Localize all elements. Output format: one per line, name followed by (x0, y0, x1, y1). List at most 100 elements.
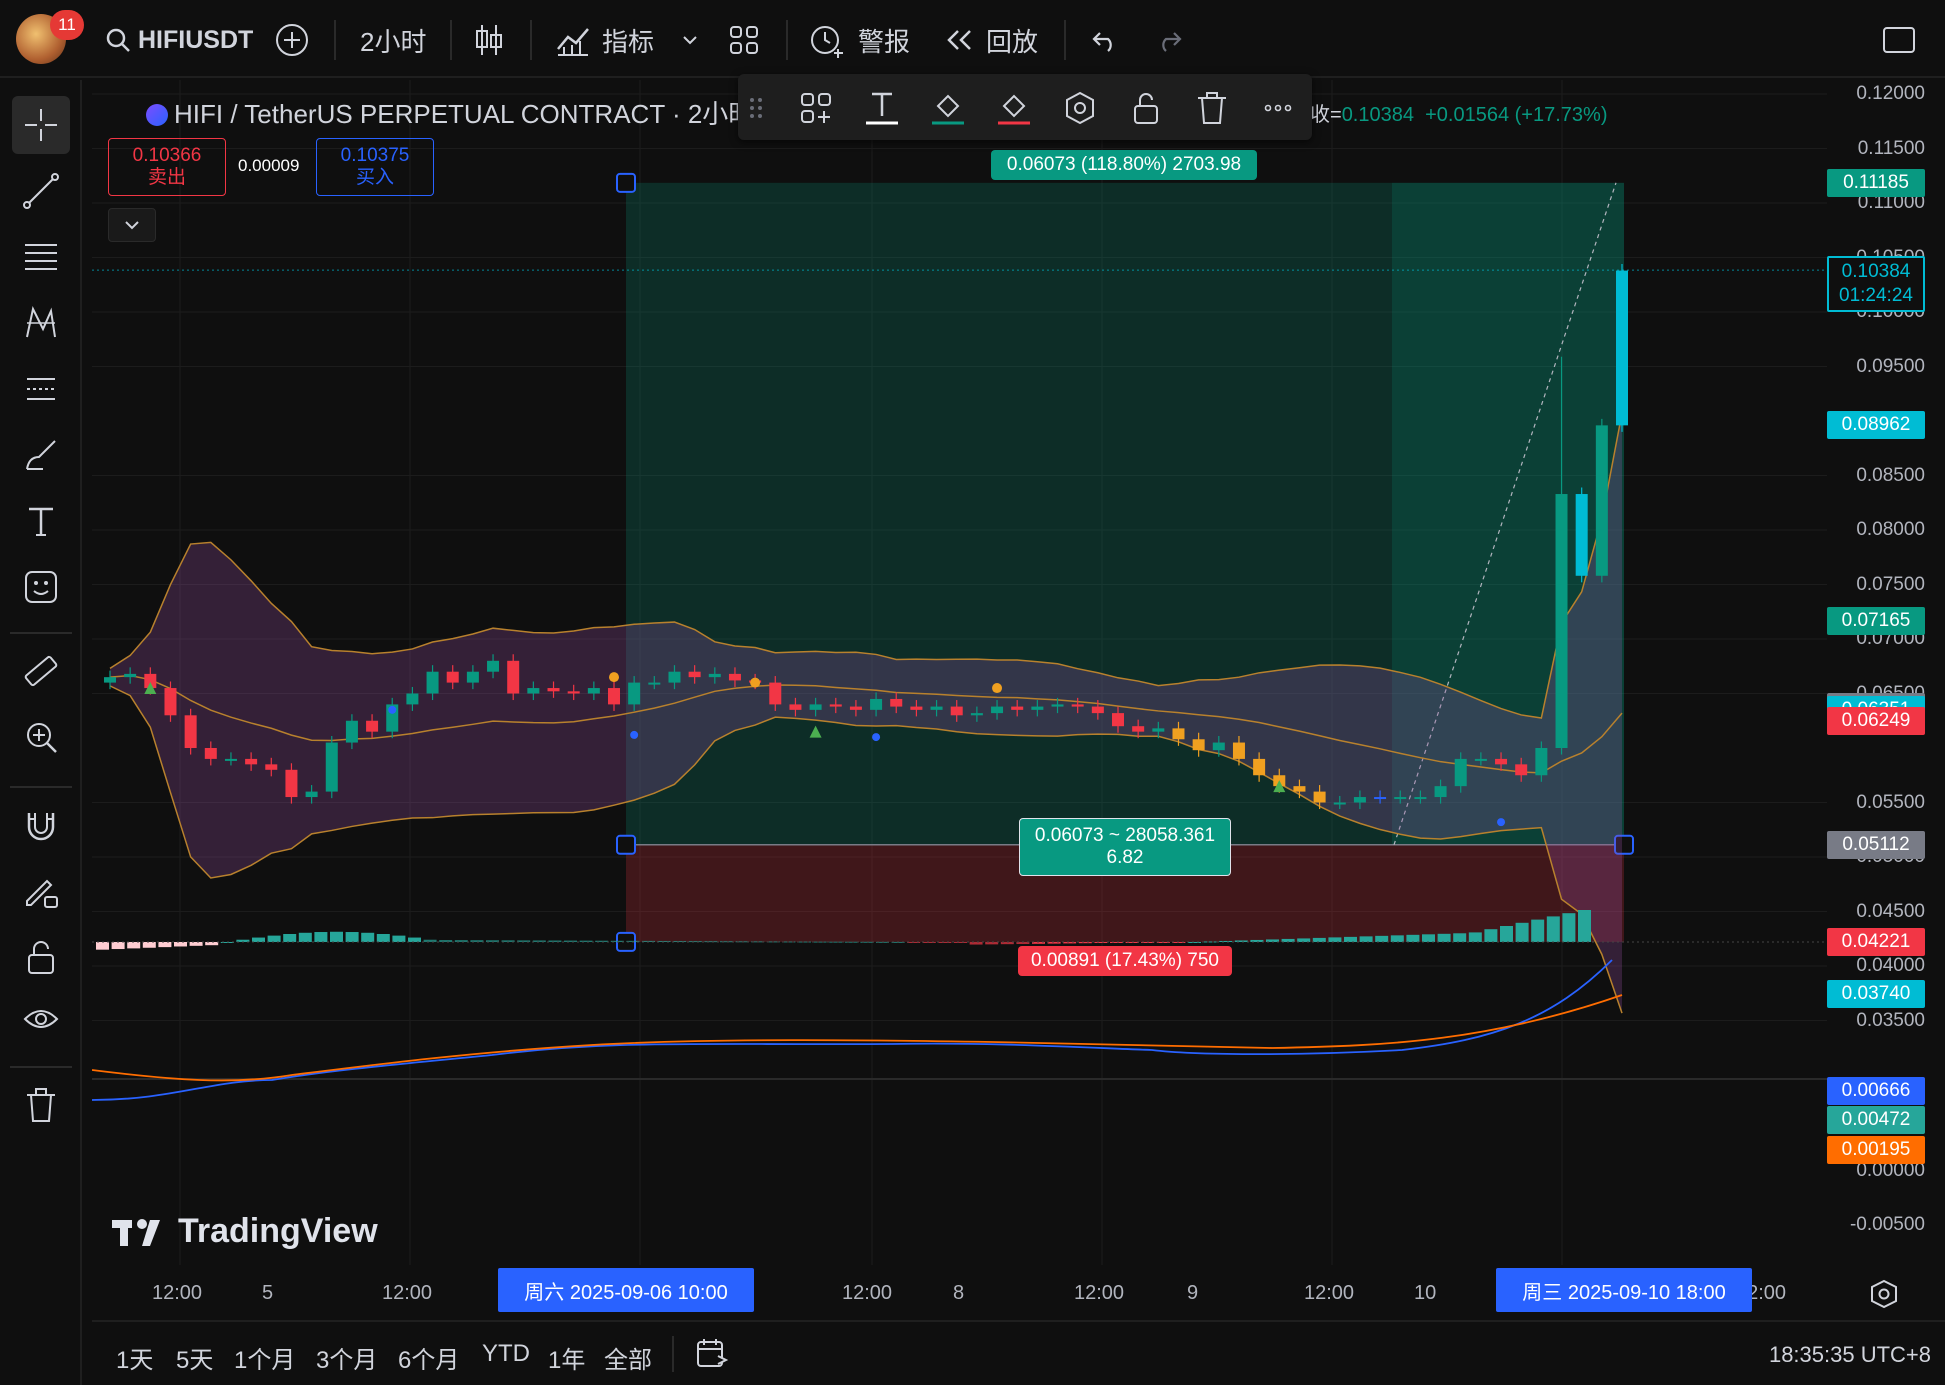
toolbar-divider (450, 20, 452, 60)
candle-body (1414, 797, 1427, 800)
selection-start-time: 周六 2025-09-06 10:00 (498, 1268, 754, 1312)
drag-handle[interactable] (746, 86, 768, 130)
compare-symbol-button[interactable] (274, 18, 310, 62)
pattern-tool[interactable] (12, 294, 70, 352)
macd-histogram-bar (1578, 910, 1591, 942)
buy-button[interactable]: 0.10375 买入 (316, 138, 434, 196)
lock-all-tool[interactable] (12, 928, 70, 986)
macd-histogram-bar (174, 942, 187, 947)
tradingview-logo[interactable]: TradingView (112, 1212, 378, 1251)
candle-body (325, 742, 338, 792)
range-1d[interactable]: 1天 (116, 1340, 153, 1375)
candle-body (507, 660, 520, 694)
emoji-tool[interactable] (12, 558, 70, 616)
candle-body (285, 769, 298, 798)
candle-body (104, 677, 116, 683)
layout-button[interactable] (728, 18, 760, 62)
range-6m[interactable]: 6个月 (398, 1340, 459, 1375)
time-tick: 12:00 (152, 1282, 203, 1304)
macd-histogram-bar (1546, 916, 1560, 942)
delete-drawing-button[interactable] (1190, 86, 1234, 130)
chart-settings-button[interactable] (1868, 1278, 1900, 1310)
text-style-button[interactable] (860, 86, 904, 130)
fullscreen-button[interactable] (1882, 18, 1916, 62)
candle-body (547, 688, 560, 692)
bottom-toolbar: 1天 5天 1个月 3个月 6个月 YTD 1年 全部 18:35:35 UTC… (92, 1320, 1945, 1385)
redo-button[interactable] (1154, 18, 1184, 62)
candle-body (245, 758, 258, 765)
alert-button[interactable]: 警报 (808, 18, 910, 62)
rewind-icon (947, 30, 971, 50)
paint-bucket-icon (998, 94, 1030, 125)
macd-histogram-bar (267, 935, 281, 942)
paint-bucket-icon (932, 94, 964, 125)
drag-dots-icon (750, 98, 762, 118)
fib-tool[interactable] (12, 228, 70, 286)
time-tick: 10 (1414, 1282, 1437, 1304)
fill-loss-button[interactable] (992, 86, 1036, 130)
replay-button[interactable]: 回放 (944, 18, 1038, 62)
lock-drawing-button[interactable] (1124, 86, 1168, 130)
measure-tool[interactable] (12, 642, 70, 700)
symbol-legend[interactable]: HIFI / TetherUS PERPETUAL CONTRACT · 2小时… (146, 94, 770, 131)
range-1m[interactable]: 1个月 (234, 1340, 295, 1375)
symbol-search-button[interactable]: HIFIUSDT (104, 18, 253, 62)
candle-body (1374, 797, 1387, 800)
chart-pane[interactable] (92, 80, 1827, 1315)
zoom-tool[interactable] (12, 708, 70, 766)
range-3m[interactable]: 3个月 (316, 1340, 377, 1375)
fill-profit-button[interactable] (926, 86, 970, 130)
remove-drawings-tool[interactable] (12, 1076, 70, 1134)
brush-icon (26, 440, 56, 470)
magnet-tool[interactable] (12, 796, 70, 854)
sell-button[interactable]: 0.10366 卖出 (108, 138, 226, 196)
candle-body (1011, 706, 1024, 710)
macd-histogram-bar (720, 941, 733, 943)
template-button[interactable] (794, 86, 838, 130)
candle-body (789, 704, 802, 710)
range-all[interactable]: 全部 (604, 1340, 652, 1375)
forecast-tool[interactable] (12, 360, 70, 418)
range-ytd[interactable]: YTD (482, 1340, 530, 1368)
position-center-label[interactable]: 0.06073 ~ 28058.361 6.82 (1019, 818, 1231, 876)
indicators-button[interactable]: 指标 (556, 18, 654, 62)
hide-tool[interactable] (12, 990, 70, 1048)
time-tick: 5 (262, 1282, 274, 1304)
trash-icon (1198, 92, 1226, 124)
candle-body (265, 764, 278, 770)
pencil-lock-icon (26, 879, 58, 908)
candle-body (446, 671, 459, 683)
macd-histogram-bar (158, 942, 172, 948)
chart-type-button[interactable] (474, 18, 504, 62)
text-tool[interactable] (12, 492, 70, 550)
time-tick: 9 (1187, 1282, 1199, 1304)
crosshair-tool[interactable] (12, 96, 70, 154)
range-5d[interactable]: 5天 (176, 1340, 213, 1375)
legend-collapse-button[interactable] (108, 208, 156, 242)
toolbar-divider (334, 20, 336, 60)
chevron-down-icon (683, 36, 697, 45)
candle-body (1313, 791, 1326, 803)
time-axis[interactable]: 12:00512:00712:00812:00912:001012:00周六 2… (92, 1268, 1945, 1316)
goto-date-button[interactable] (694, 1336, 730, 1377)
settings-button[interactable] (1058, 86, 1102, 130)
candle-body (829, 704, 842, 707)
clock[interactable]: 18:35:35 UTC+8 (1769, 1342, 1931, 1368)
undo-button[interactable] (1090, 18, 1120, 62)
crosshair-icon (25, 109, 57, 141)
unlock-icon (28, 941, 54, 974)
indicators-dropdown[interactable] (680, 18, 700, 62)
more-button[interactable] (1256, 86, 1300, 130)
time-tick: 8 (953, 1282, 965, 1304)
range-1y[interactable]: 1年 (548, 1340, 585, 1375)
trendline-tool[interactable] (12, 162, 70, 220)
macd-histogram-bar (1406, 934, 1420, 942)
macd-histogram-bar (1437, 933, 1451, 942)
interval-button[interactable]: 2小时 (360, 18, 426, 62)
macd-histogram-bar (844, 941, 858, 943)
price-tick: 0.04000 (1856, 955, 1925, 976)
toolbar-divider (786, 20, 788, 60)
price-tick: 0.05500 (1856, 791, 1925, 813)
lock-drawing-tool[interactable] (12, 862, 70, 920)
brush-tool[interactable] (12, 426, 70, 484)
